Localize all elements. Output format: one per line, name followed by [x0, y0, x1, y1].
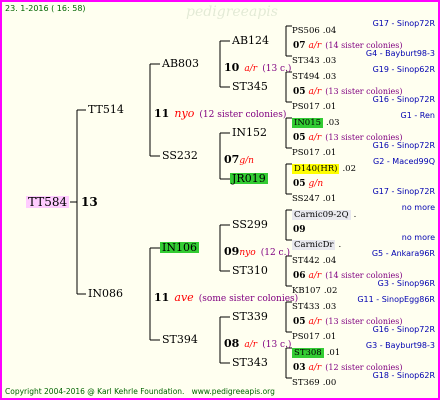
- gen4-colony-row: ST433.03: [292, 302, 337, 312]
- gen4-apiary-code: G1 - Ren: [400, 111, 435, 120]
- gen2-colony[interactable]: IN106: [160, 242, 199, 253]
- gen4-colony-row: KB107.02: [292, 286, 338, 296]
- gen4-colony-row: PS017.01: [292, 102, 337, 112]
- gen3-colony[interactable]: AB124: [232, 35, 269, 46]
- gen4-colony-row: D140(HR) .02: [292, 164, 357, 174]
- gen3-colony[interactable]: SS299: [232, 219, 268, 230]
- dam-info: 11 ave (some sister colonies): [154, 291, 299, 304]
- gen4-queen-info: 09: [293, 225, 306, 235]
- gen2-colony[interactable]: ST394: [162, 334, 198, 345]
- gen4-apiary-code: G18 - Sinop62R: [372, 371, 435, 380]
- gen4-apiary-code: G19 - Sinop62R: [372, 65, 435, 74]
- gen3-colony[interactable]: IN152: [232, 127, 267, 138]
- root-colony[interactable]: TT584: [26, 196, 70, 208]
- gen4-colony-row: ST343.03: [292, 56, 337, 66]
- gen4-apiary-code: G16 - Sinop72R: [372, 325, 435, 334]
- gen2-info: 10 a/r (13 c.): [224, 61, 292, 74]
- gen4-colony[interactable]: PS017: [292, 102, 320, 112]
- gen4-apiary-code: G17 - Sinop72R: [372, 187, 435, 196]
- gen4-colony-row: ST494.03: [292, 72, 337, 82]
- footer-copyright: Copyright 2004-2016 @ Karl Kehrle Founda…: [5, 387, 275, 396]
- gen4-apiary-code: G16 - Sinop72R: [372, 141, 435, 150]
- gen4-colony[interactable]: PS017: [292, 332, 320, 342]
- gen4-colony[interactable]: PS017: [292, 148, 320, 158]
- gen2-info: 07g/n: [224, 153, 254, 166]
- gen3-colony[interactable]: ST310: [232, 265, 268, 276]
- gen4-apiary-code: G3 - Sinop96R: [377, 279, 435, 288]
- dam-colony[interactable]: IN086: [88, 288, 123, 299]
- gen4-colony-row: SS247.01: [292, 194, 337, 204]
- gen2-colony[interactable]: SS232: [162, 150, 198, 161]
- gen4-colony-row: PS017.01: [292, 148, 337, 158]
- gen4-apiary-code: G11 - SinopEgg86R: [357, 295, 435, 304]
- gen4-colony[interactable]: KB107: [292, 286, 321, 296]
- gen4-colony-row: IN015.03: [292, 118, 340, 128]
- gen4-colony-row: Carnic09-2Q.: [292, 210, 357, 220]
- gen4-colony-row: CarnicDr.: [292, 240, 342, 250]
- gen4-colony[interactable]: ST343: [292, 56, 320, 66]
- gen4-apiary-code: G5 - Ankara96R: [371, 249, 435, 258]
- gen3-colony[interactable]: ST339: [232, 311, 268, 322]
- gen4-apiary-code: G2 - Maced99Q: [373, 157, 435, 166]
- root-grade: 13: [81, 195, 98, 209]
- gen4-colony-row: PS017.01: [292, 332, 337, 342]
- gen4-apiary-code: G3 - Bayburt98-3: [365, 341, 435, 350]
- sire-info: 11 nyo (12 sister colonies): [154, 107, 287, 120]
- gen4-colony[interactable]: CarnicDr: [292, 240, 336, 250]
- gen4-apiary-code: G16 - Sinop72R: [372, 95, 435, 104]
- gen2-info: 09nyo (12 c.): [224, 245, 290, 258]
- gen2-info: 08 a/r (13 c.): [224, 337, 292, 350]
- gen4-colony-row: ST442.04: [292, 256, 337, 266]
- gen4-colony-row: ST308.01: [292, 348, 341, 358]
- gen3-colony[interactable]: ST343: [232, 357, 268, 368]
- gen4-queen-info: 05 g/n: [293, 179, 324, 189]
- gen4-colony[interactable]: ST369: [292, 378, 320, 388]
- pedigree-chart: pedigreeapis 23. 1-2016 ( 16: 58) TT584 …: [0, 0, 440, 400]
- sire-colony[interactable]: TT514: [88, 104, 124, 115]
- gen4-colony-row: PS506.04: [292, 26, 337, 36]
- gen4-apiary-code: G4 - Bayburt98-3: [365, 49, 435, 58]
- footer-website-link[interactable]: www.pedigreeapis.org: [192, 387, 275, 396]
- gen3-colony[interactable]: JR019: [230, 173, 268, 184]
- gen3-colony[interactable]: ST345: [232, 81, 268, 92]
- gen4-apiary-code: G17 - Sinop72R: [372, 19, 435, 28]
- gen2-colony[interactable]: AB803: [162, 58, 199, 69]
- gen4-apiary-code: no more: [401, 203, 435, 212]
- gen4-apiary-code: no more: [401, 233, 435, 242]
- gen4-colony-row: ST369.00: [292, 378, 337, 388]
- gen4-colony[interactable]: SS247: [292, 194, 320, 204]
